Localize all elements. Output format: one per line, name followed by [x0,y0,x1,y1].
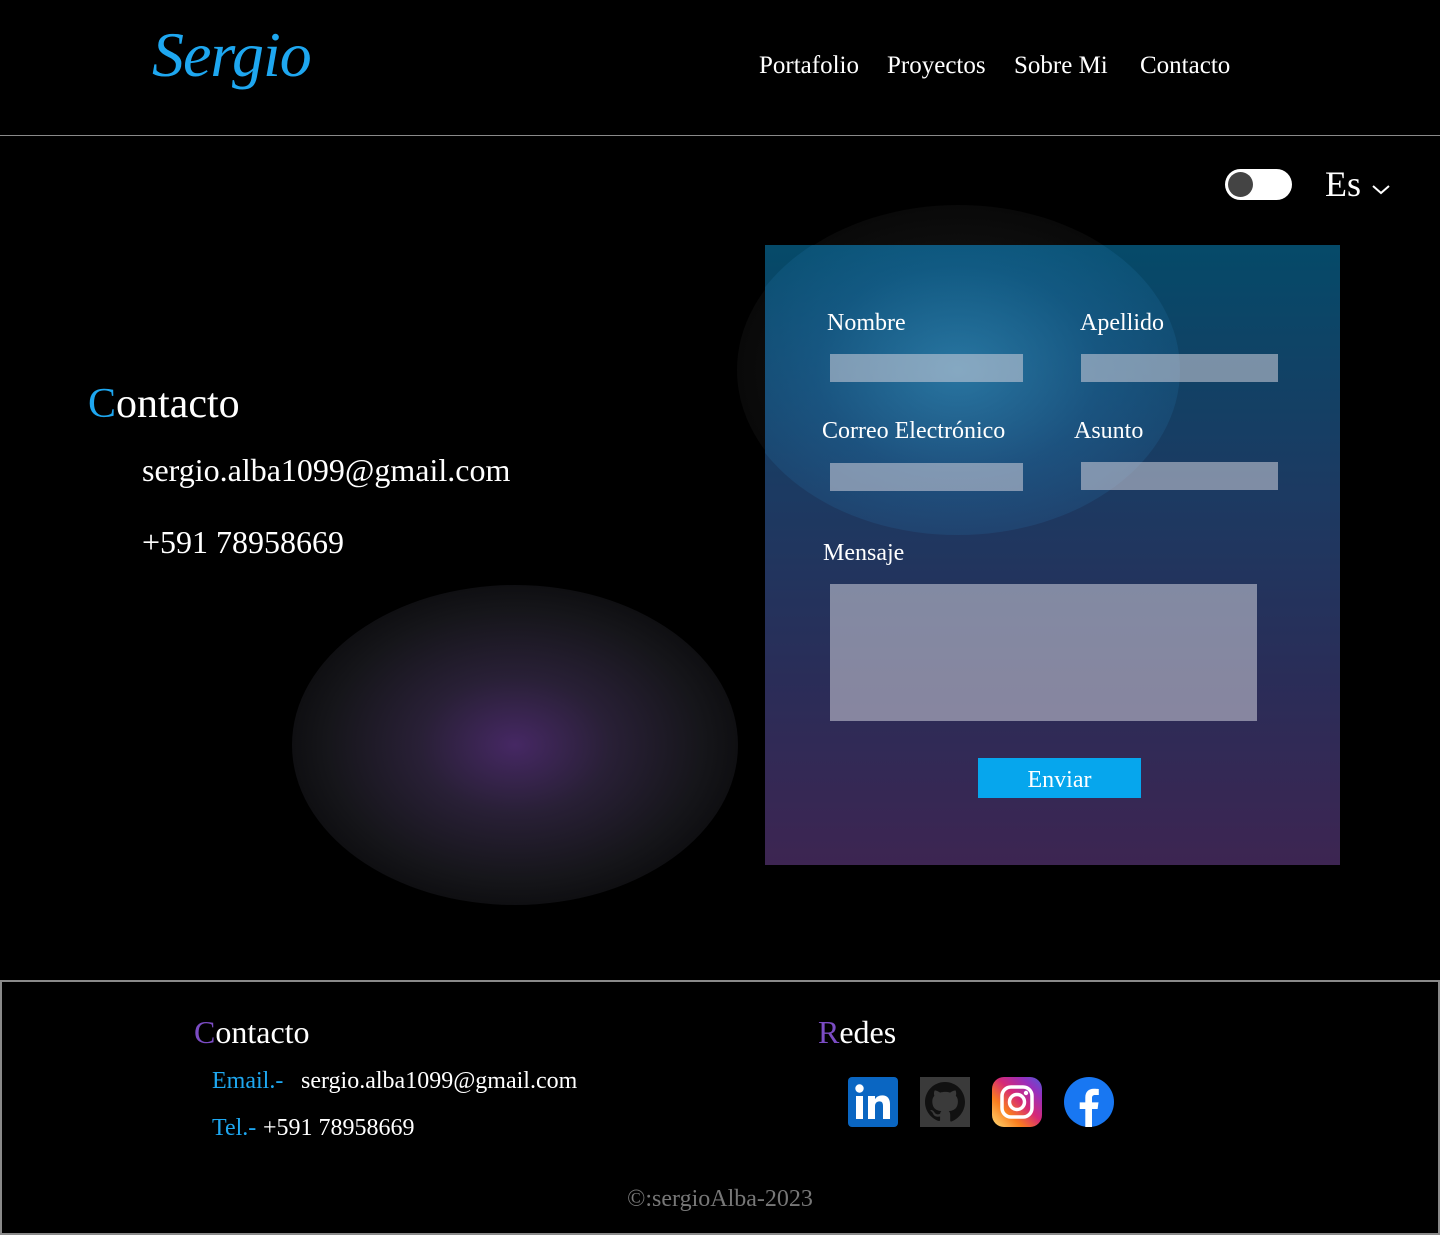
footer-contact-heading: Contacto [194,1014,310,1051]
nav-contacto[interactable]: Contacto [1140,52,1230,80]
contact-phone[interactable]: +591 78958669 [142,524,344,561]
message-label: Mensaje [823,540,905,566]
nav-portafolio[interactable]: Portafolio [759,52,859,80]
subject-input[interactable] [1081,462,1278,490]
contact-email[interactable]: sergio.alba1099@gmail.com [142,452,510,489]
nav-proyectos[interactable]: Proyectos [887,52,986,80]
form-glow [765,245,1180,535]
last-name-label: Apellido [1080,310,1164,336]
theme-toggle[interactable] [1225,169,1292,200]
first-name-input[interactable] [830,354,1023,382]
footer-social-rest: edes [839,1014,897,1050]
footer-social-initial: R [818,1014,840,1050]
email-label: Correo Electrónico [822,418,1006,444]
footer-email-label: Email.- [212,1068,284,1094]
footer-tel-value[interactable]: +591 78958669 [263,1115,415,1142]
footer-social-heading: Redes [818,1014,896,1051]
logo[interactable]: Sergio [152,18,312,92]
nav-sobre-mi[interactable]: Sobre Mi [1014,52,1108,80]
contact-heading-rest: ontacto [116,381,240,427]
language-label: Es [1325,164,1361,204]
email-input[interactable] [830,463,1023,491]
contact-form: Nombre Apellido Correo Electrónico Asunt… [765,245,1340,865]
linkedin-icon[interactable] [848,1077,898,1127]
background-glow-purple [292,585,738,905]
footer-contact-initial: C [194,1014,216,1050]
site-header: Sergio Portafolio Proyectos Sobre Mi Con… [0,0,1440,136]
language-selector[interactable]: Es [1325,163,1391,205]
toggle-knob [1228,172,1253,197]
footer-contact-rest: ontacto [215,1014,310,1050]
footer-email-value[interactable]: sergio.alba1099@gmail.com [301,1068,577,1095]
contact-heading: Contacto [88,380,240,428]
last-name-input[interactable] [1081,354,1278,382]
footer-tel-label: Tel.- [212,1115,257,1141]
facebook-icon[interactable] [1064,1077,1114,1127]
github-icon[interactable] [920,1077,970,1127]
message-textarea[interactable] [830,584,1257,721]
subject-label: Asunto [1074,418,1144,444]
chevron-down-icon [1372,185,1390,195]
instagram-icon[interactable] [992,1077,1042,1127]
first-name-label: Nombre [827,310,906,336]
contact-heading-initial: C [88,381,117,427]
submit-button[interactable]: Enviar [978,758,1141,798]
site-footer: Contacto Email.- sergio.alba1099@gmail.c… [0,980,1440,1235]
copyright: ©:sergioAlba-2023 [627,1186,813,1212]
